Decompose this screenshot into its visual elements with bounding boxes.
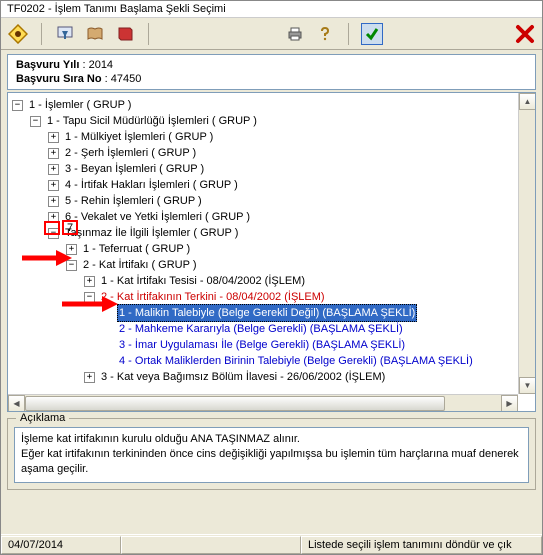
window-title: TF0202 - İşlem Tanımı Başlama Şekli Seçi… [1, 1, 542, 18]
expand-icon[interactable]: + [66, 244, 77, 255]
collapse-icon[interactable]: − [12, 100, 23, 111]
tree-node[interactable]: +1 - Kat İrtifakı Tesisi - 08/04/2002 (İ… [12, 273, 531, 289]
tree-node[interactable]: +1 - Teferruat ( GRUP ) [12, 241, 531, 257]
tree-node-label[interactable]: 3 - Beyan İşlemleri ( GRUP ) [63, 161, 206, 177]
collapse-icon[interactable]: − [30, 116, 41, 127]
scroll-right-button[interactable]: ▶ [501, 395, 518, 412]
tree-node[interactable]: +6 - Vekalet ve Yetki İşlemleri ( GRUP ) [12, 209, 531, 225]
tree-node[interactable]: +1 - Mülkiyet İşlemleri ( GRUP ) [12, 129, 531, 145]
status-bar: 04/07/2014 Listede seçili işlem tanımını… [1, 534, 542, 554]
seq-label: Başvuru Sıra No [16, 73, 102, 85]
print-icon[interactable] [284, 23, 306, 45]
tree-node-label[interactable]: 1 - Malikin Talebiyle (Belge Gerekli Değ… [117, 304, 417, 322]
toolbar-separator [348, 23, 349, 45]
seq-value: 47450 [111, 73, 142, 85]
expand-icon[interactable]: + [48, 212, 59, 223]
toolbar-separator [148, 23, 149, 45]
scroll-down-button[interactable]: ▼ [519, 377, 536, 394]
tree-node-label[interactable]: 4 - İrtifak Hakları İşlemleri ( GRUP ) [63, 177, 240, 193]
status-hint: Listede seçili işlem tanımını döndür ve … [301, 536, 542, 554]
tree-leaf-spacer [102, 324, 113, 335]
help-icon[interactable] [314, 23, 336, 45]
status-empty [121, 536, 301, 554]
horizontal-scrollbar[interactable]: ◀ ▶ [8, 394, 518, 411]
expand-icon[interactable]: + [48, 132, 59, 143]
description-text: İşleme kat irtifakının kurulu olduğu ANA… [14, 427, 529, 483]
tree-node-label[interactable]: 1 - İşlemler ( GRUP ) [27, 97, 133, 113]
description-legend: Açıklama [16, 412, 69, 424]
confirm-icon[interactable] [361, 23, 383, 45]
expand-icon[interactable]: + [84, 372, 95, 383]
tree-node-label[interactable]: 1 - Kat İrtifakı Tesisi - 08/04/2002 (İŞ… [99, 273, 307, 289]
tree-node-label[interactable]: 3 - İmar Uygulaması İle (Belge Gerekli) … [117, 337, 407, 353]
tree-leaf-spacer [102, 308, 113, 319]
expand-icon[interactable]: + [48, 180, 59, 191]
status-date: 04/07/2014 [1, 536, 121, 554]
tree-node-label[interactable]: 3 - Kat veya Bağımsız Bölüm İlavesi - 26… [99, 369, 387, 385]
info-panel: Başvuru Yılı : 2014 Başvuru Sıra No : 47… [7, 54, 536, 90]
tree-node[interactable]: 2 - Mahkeme Kararıyla (Belge Gerekli) (B… [12, 321, 531, 337]
tree-node-label[interactable]: 2 - Şerh İşlemleri ( GRUP ) [63, 145, 198, 161]
tree-node[interactable]: +5 - Rehin İşlemleri ( GRUP ) [12, 193, 531, 209]
collapse-icon[interactable]: − [48, 228, 59, 239]
tree-node-label[interactable]: 6 - Vekalet ve Yetki İşlemleri ( GRUP ) [63, 209, 252, 225]
tree-node-label[interactable]: 2 - Mahkeme Kararıyla (Belge Gerekli) (B… [117, 321, 405, 337]
tree-node-label[interactable]: 5 - Rehin İşlemleri ( GRUP ) [63, 193, 204, 209]
description-group: Açıklama İşleme kat irtifakının kurulu o… [7, 418, 536, 490]
tree-node[interactable]: 3 - İmar Uygulaması İle (Belge Gerekli) … [12, 337, 531, 353]
vertical-scrollbar[interactable]: ▲ ▼ [518, 93, 535, 394]
collapse-icon[interactable]: − [84, 292, 95, 303]
expand-icon[interactable]: + [84, 276, 95, 287]
tree-node[interactable]: −1 - Tapu Sicil Müdürlüğü İşlemleri ( GR… [12, 113, 531, 129]
expand-icon[interactable]: + [48, 148, 59, 159]
scroll-up-button[interactable]: ▲ [519, 93, 536, 110]
scroll-left-button[interactable]: ◀ [8, 395, 25, 412]
tree-node[interactable]: +4 - İrtifak Hakları İşlemleri ( GRUP ) [12, 177, 531, 193]
collapse-icon[interactable]: − [66, 260, 77, 271]
tree-node[interactable]: +3 - Kat veya Bağımsız Bölüm İlavesi - 2… [12, 369, 531, 385]
tree-node[interactable]: −2 - Kat İrtifakı ( GRUP ) [12, 257, 531, 273]
year-value: 2014 [89, 59, 113, 71]
tree-leaf-spacer [102, 340, 113, 351]
close-icon[interactable] [514, 23, 536, 45]
toolbar [1, 18, 542, 50]
tree-node-label[interactable]: 1 - Tapu Sicil Müdürlüğü İşlemleri ( GRU… [45, 113, 259, 129]
description-line1: İşleme kat irtifakının kurulu olduğu ANA… [21, 432, 522, 447]
tree-node[interactable]: 4 - Ortak Maliklerden Birinin Talebiyle … [12, 353, 531, 369]
book-red-icon[interactable] [114, 23, 136, 45]
tree-node[interactable]: −1 - İşlemler ( GRUP ) [12, 97, 531, 113]
tree-node-label[interactable]: 4 - Ortak Maliklerden Birinin Talebiyle … [117, 353, 475, 369]
year-label: Başvuru Yılı [16, 59, 79, 71]
tree-node[interactable]: −2 - Kat İrtifakının Terkini - 08/04/200… [12, 289, 531, 305]
book-open-icon[interactable] [84, 23, 106, 45]
tree-leaf-spacer [102, 356, 113, 367]
tree-node-label[interactable]: 1 - Teferruat ( GRUP ) [81, 241, 192, 257]
filter-icon[interactable] [54, 23, 76, 45]
expand-icon[interactable]: + [48, 196, 59, 207]
tree-node[interactable]: +3 - Beyan İşlemleri ( GRUP ) [12, 161, 531, 177]
tree-node[interactable]: 1 - Malikin Talebiyle (Belge Gerekli Değ… [12, 305, 531, 321]
description-line2: Eğer kat irtifakının terkininden önce ci… [21, 447, 522, 477]
tree-node-label[interactable]: 1 - Mülkiyet İşlemleri ( GRUP ) [63, 129, 215, 145]
tree-node[interactable]: − Taşınmaz İle İlgili İşlemler ( GRUP ) [12, 225, 531, 241]
tree-node-label[interactable]: 2 - Kat İrtifakı ( GRUP ) [81, 257, 199, 273]
tree-node[interactable]: +2 - Şerh İşlemleri ( GRUP ) [12, 145, 531, 161]
app-icon[interactable] [7, 23, 29, 45]
tree-view[interactable]: −1 - İşlemler ( GRUP )−1 - Tapu Sicil Mü… [7, 92, 536, 412]
scroll-thumb[interactable] [25, 396, 445, 411]
expand-icon[interactable]: + [48, 164, 59, 175]
tree-node-label[interactable]: 2 - Kat İrtifakının Terkini - 08/04/2002… [99, 289, 327, 305]
toolbar-separator [41, 23, 42, 45]
tree-node-label[interactable]: Taşınmaz İle İlgili İşlemler ( GRUP ) [63, 225, 240, 241]
